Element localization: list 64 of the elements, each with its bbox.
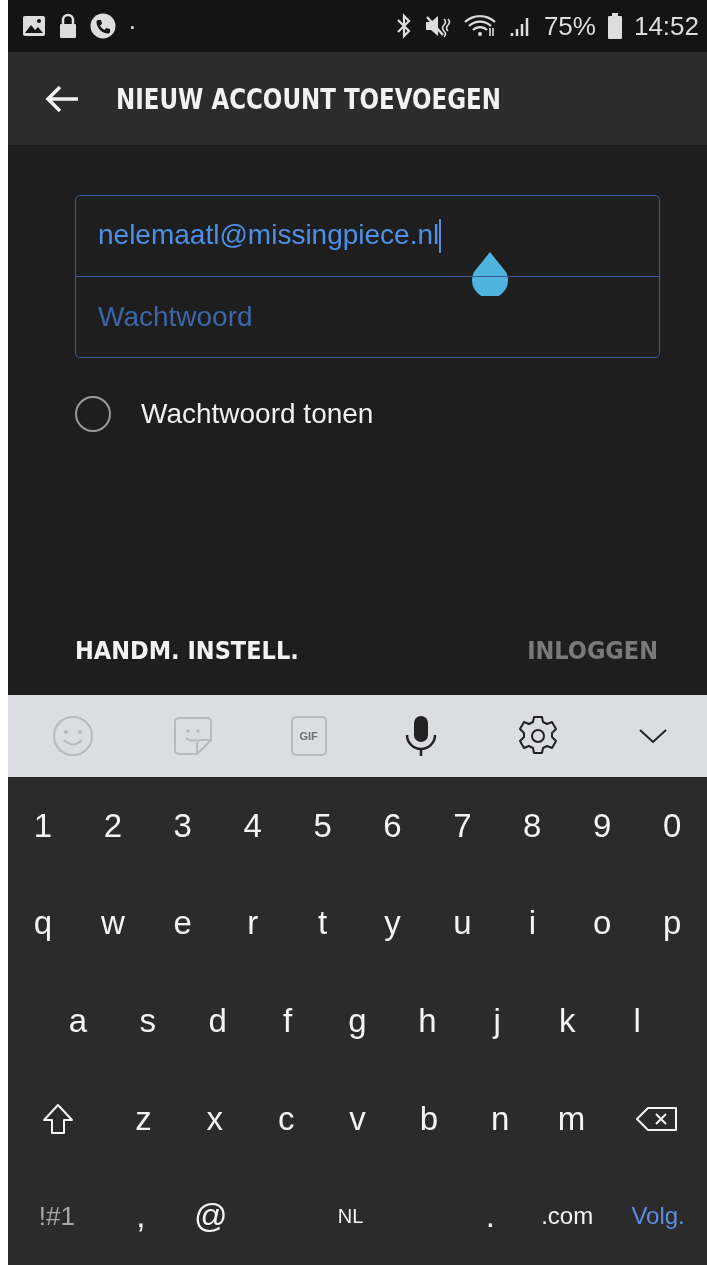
keyboard-key[interactable]: g <box>322 972 393 1070</box>
keyboard-key[interactable]: o <box>567 874 638 973</box>
keyboard-key[interactable]: u <box>427 874 498 973</box>
keyboard-key[interactable]: l <box>602 972 672 1070</box>
keyboard-key[interactable]: e <box>147 874 218 973</box>
keyboard-key[interactable]: a <box>43 972 113 1070</box>
keyboard-key[interactable]: m <box>535 1069 608 1168</box>
email-field[interactable]: nelemaatl@missingpiece.nl <box>98 218 442 254</box>
keyboard-key[interactable]: 3 <box>147 777 218 875</box>
keyboard-key[interactable]: v <box>321 1069 394 1168</box>
domain-key[interactable]: .com <box>525 1167 610 1265</box>
keyboard-key[interactable]: 6 <box>357 777 428 875</box>
battery-percentage: 75% <box>543 10 596 42</box>
manual-settings-button[interactable]: HANDM. INSTELL. <box>75 636 299 665</box>
bluetooth-icon <box>395 13 412 39</box>
mute-icon <box>423 14 452 38</box>
show-password-radio[interactable] <box>75 396 111 432</box>
keyboard-key[interactable]: j <box>462 972 533 1070</box>
keyboard-key[interactable]: h <box>392 972 463 1070</box>
keyboard-key[interactable]: x <box>179 1069 251 1168</box>
keyboard-key[interactable]: z <box>107 1069 180 1168</box>
keyboard-key[interactable]: t <box>287 874 358 973</box>
shift-icon <box>41 1102 74 1135</box>
keyboard-key[interactable]: n <box>464 1069 536 1168</box>
gallery-icon <box>22 15 46 37</box>
symbols-key[interactable]: !#1 <box>8 1167 106 1265</box>
keyboard-key[interactable]: d <box>182 972 253 1070</box>
status-time: 14:52 <box>633 10 699 42</box>
keyboard-key[interactable]: 9 <box>567 777 638 875</box>
space-key[interactable]: NL <box>245 1167 456 1265</box>
keyboard-key[interactable]: b <box>393 1069 465 1168</box>
keyboard-key[interactable]: q <box>8 874 78 973</box>
keyboard-key[interactable]: w <box>77 874 148 973</box>
lock-icon <box>58 13 78 39</box>
keyboard-key[interactable]: s <box>112 972 183 1070</box>
notification-dot: · <box>128 10 137 42</box>
next-key[interactable]: Volg. <box>609 1167 707 1265</box>
keyboard-key[interactable]: . <box>455 1167 526 1265</box>
keyboard-key[interactable]: y <box>357 874 428 973</box>
keyboard-key[interactable]: @ <box>175 1167 246 1265</box>
text-cursor-handle-icon[interactable] <box>469 252 511 296</box>
keyboard-key[interactable]: 2 <box>77 777 148 875</box>
wifi-icon <box>463 14 498 38</box>
keyboard-key[interactable]: 5 <box>287 777 358 875</box>
keyboard-key[interactable]: 0 <box>637 777 707 875</box>
keyboard-key[interactable]: 7 <box>427 777 498 875</box>
battery-icon <box>607 13 622 39</box>
keyboard-key[interactable]: k <box>532 972 603 1070</box>
collapse-icon[interactable] <box>638 727 669 745</box>
backspace-icon <box>636 1105 679 1132</box>
keyboard-key[interactable]: r <box>217 874 288 973</box>
phone-icon <box>90 13 116 39</box>
microphone-icon[interactable] <box>404 715 439 757</box>
keyboard-key[interactable]: i <box>497 874 568 973</box>
show-password-label: Wachtwoord tonen <box>141 398 374 430</box>
keyboard-key[interactable]: 8 <box>497 777 568 875</box>
keyboard-key[interactable]: 4 <box>217 777 288 875</box>
back-button[interactable] <box>44 83 80 114</box>
keyboard-key[interactable]: 1 <box>8 777 78 875</box>
keyboard-key[interactable]: , <box>105 1167 176 1265</box>
keyboard-key[interactable]: f <box>252 972 323 1070</box>
keyboard-key[interactable]: p <box>637 874 707 973</box>
keyboard-key[interactable]: c <box>250 1069 322 1168</box>
page-title: NIEUW ACCOUNT TOEVOEGEN <box>116 81 502 116</box>
